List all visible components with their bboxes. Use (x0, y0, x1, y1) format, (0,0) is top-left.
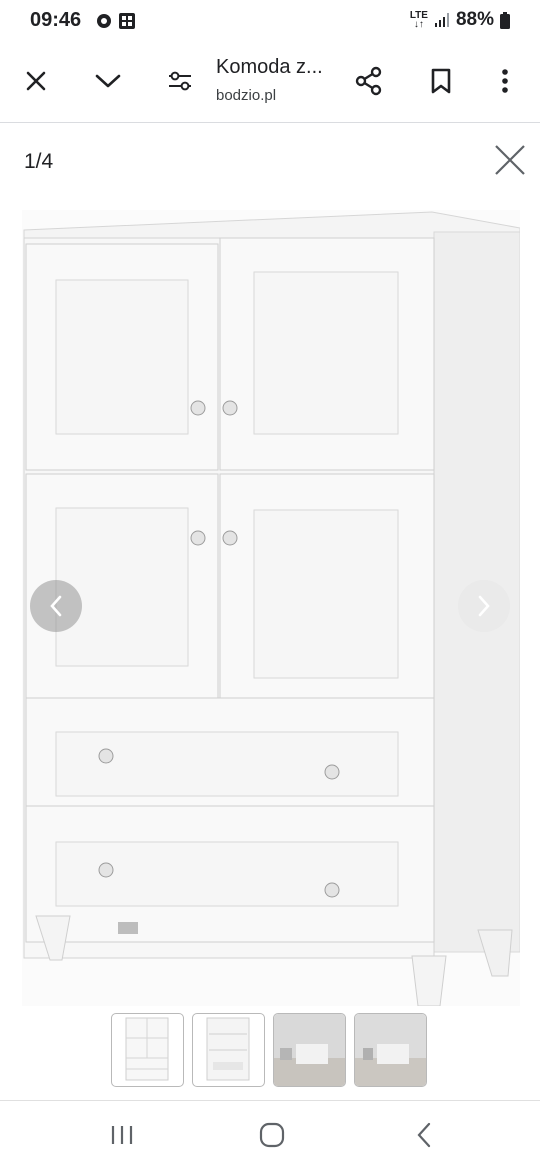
chevron-right-icon (478, 595, 490, 617)
recent-apps-button[interactable] (102, 1117, 142, 1153)
recent-apps-icon (111, 1126, 133, 1144)
image-counter: 1/4 (24, 150, 54, 173)
thumbnail-3[interactable] (273, 1013, 346, 1087)
battery-percent: 88% (455, 9, 494, 30)
status-notification-icons (96, 10, 136, 30)
more-options-button[interactable] (483, 59, 527, 103)
close-icon (26, 71, 46, 91)
previous-image-button[interactable] (30, 580, 82, 632)
network-indicator: LTE ↓↑ (410, 11, 428, 30)
page-title-block[interactable]: Komoda z... bodzio.pl (216, 56, 346, 104)
cabinet-illustration (22, 210, 521, 1007)
app-bar-divider (0, 122, 540, 123)
thumbnail-room-scene (355, 1014, 426, 1086)
thumbnail-4[interactable] (354, 1013, 427, 1087)
gallery-notification-icon (119, 13, 135, 29)
bookmark-button[interactable] (419, 59, 463, 103)
chrome-notification-icon (97, 14, 111, 28)
more-vert-icon (502, 69, 508, 93)
thumbnail-cabinet-closed (125, 1017, 169, 1081)
thumbnail-1[interactable] (111, 1013, 184, 1087)
product-image[interactable] (22, 210, 521, 1007)
share-icon (355, 66, 382, 96)
bookmark-icon (431, 68, 451, 94)
thumbnail-2[interactable] (192, 1013, 265, 1087)
page-title: Komoda z... (216, 56, 323, 78)
close-icon (495, 145, 525, 175)
thumbnail-room-scene (274, 1014, 345, 1086)
next-image-button[interactable] (458, 580, 510, 632)
page-domain: bodzio.pl (216, 87, 277, 104)
chevron-down-icon (95, 74, 121, 88)
battery-icon (500, 11, 510, 29)
status-time: 09:46 (30, 9, 82, 31)
tune-icon (169, 71, 191, 91)
status-right: LTE ↓↑ 88% (410, 9, 510, 31)
signal-icon (434, 13, 449, 27)
close-viewer-button[interactable] (490, 140, 530, 180)
thumbnail-cabinet-open (206, 1017, 250, 1081)
close-button[interactable] (14, 59, 58, 103)
top-app-bar: Komoda z... bodzio.pl (0, 42, 540, 122)
data-arrows-icon: ↓↑ (413, 19, 424, 30)
home-icon (259, 1122, 285, 1148)
status-bar: 09:46 LTE ↓↑ 88% (0, 0, 540, 42)
back-button[interactable] (404, 1117, 444, 1153)
back-icon (417, 1122, 431, 1148)
chevron-left-icon (50, 595, 62, 617)
collapse-button[interactable] (86, 59, 130, 103)
home-button[interactable] (252, 1117, 292, 1153)
thumbnail-strip (111, 1013, 427, 1087)
share-button[interactable] (347, 59, 391, 103)
system-navigation-bar (0, 1101, 540, 1170)
page-settings-button[interactable] (158, 59, 202, 103)
